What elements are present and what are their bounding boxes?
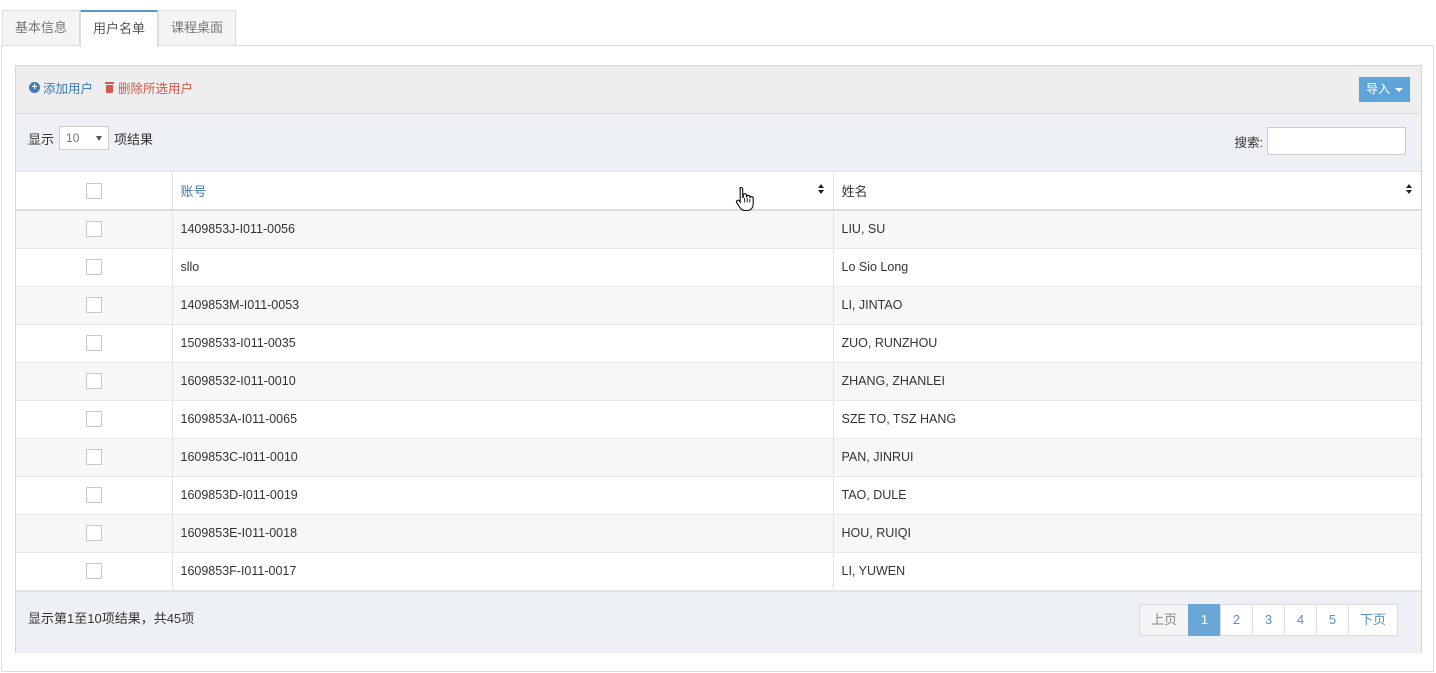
row-select-cell [16,324,173,363]
select-all-cell [16,172,173,211]
table-info: 显示第1至10项结果，共45项 [28,610,195,626]
sort-icon [1406,184,1413,196]
page-button-4[interactable]: 4 [1283,603,1317,636]
row-select-cell [16,248,173,287]
page-button-2[interactable]: 2 [1219,603,1253,636]
tab-basic-info[interactable]: 基本信息 [2,10,81,46]
import-dropdown-button[interactable]: 导入 [1358,77,1410,102]
account-cell: 1609853D-I011-0019 [172,476,834,515]
table-row[interactable]: 1609853D-I011-0019 TAO, DULE [16,476,1421,515]
sort-icon [817,184,825,196]
row-select-cell [16,362,173,401]
caret-down-icon [1395,87,1403,92]
row-select-cell [16,286,173,325]
name-cell: LI, JINTAO [833,286,1421,325]
table-controls: 显示 10 项结果 搜索: [16,114,1421,172]
column-header-name-label: 姓名 [841,184,868,199]
tab-content: + 添加用户 删除所选用户 导入 显示 10 项结果 搜索: 账号 姓名 140… [1,45,1434,672]
user-list-panel: + 添加用户 删除所选用户 导入 显示 10 项结果 搜索: 账号 姓名 140… [15,65,1422,653]
account-cell: 15098533-I011-0035 [172,324,834,363]
show-prefix: 显示 [28,131,55,147]
row-checkbox[interactable] [85,449,102,465]
search-input[interactable] [1267,127,1406,155]
account-cell: 1609853E-I011-0018 [172,514,834,553]
delete-selected-button[interactable]: 删除所选用户 [105,78,193,97]
trash-icon [105,82,114,93]
column-header-account-label: 账号 [180,184,207,199]
tab-user-list[interactable]: 用户名单 [80,10,159,47]
page-length-select[interactable]: 10 [59,126,110,150]
page-button-5[interactable]: 5 [1315,603,1349,636]
table-row[interactable]: 1609853F-I011-0017 LI, YUWEN [16,552,1421,591]
account-cell: 1609853F-I011-0017 [172,552,834,591]
name-cell: ZUO, RUNZHOU [833,324,1421,363]
account-cell: 1409853J-I011-0056 [172,210,834,249]
tab-course-desktop[interactable]: 课程桌面 [158,10,237,46]
add-user-button[interactable]: + 添加用户 [29,78,93,97]
select-all-checkbox[interactable] [85,182,102,199]
delete-selected-label: 删除所选用户 [118,82,194,96]
table-footer: 显示第1至10项结果，共45项 上页 1 2 3 4 5 下页 [16,590,1421,653]
row-select-cell [16,210,173,249]
name-cell: LIU, SU [833,210,1421,249]
table-row[interactable]: 1409853J-I011-0056 LIU, SU [16,210,1421,249]
name-cell: Lo Sio Long [833,248,1421,287]
user-table: 账号 姓名 1409853J-I011-0056 LIU, SU sllo Lo Si… [16,172,1421,591]
prev-page-button[interactable]: 上页 [1138,603,1189,636]
table-row[interactable]: 1409853M-I011-0053 LI, JINTAO [16,286,1421,325]
name-cell: LI, YUWEN [833,552,1421,591]
add-user-label: 添加用户 [43,82,94,96]
hand-pointer-cursor-icon [735,186,754,212]
table-row[interactable]: 1609853E-I011-0018 HOU, RUIQI [16,514,1421,553]
name-cell: ZHANG, ZHANLEI [833,362,1421,401]
plus-circle-icon: + [29,82,40,93]
toolbar: + 添加用户 删除所选用户 导入 [16,66,1421,114]
search-label: 搜索: [1234,135,1263,150]
row-select-cell [16,514,173,553]
table-header-row: 账号 姓名 [16,172,1421,211]
row-select-cell [16,552,173,591]
column-header-name[interactable]: 姓名 [833,172,1421,211]
row-checkbox[interactable] [85,487,102,503]
row-checkbox[interactable] [85,335,102,351]
name-cell: PAN, JINRUI [833,438,1421,477]
page-length-control: 显示 10 项结果 [28,126,153,150]
row-checkbox[interactable] [85,411,102,427]
row-checkbox[interactable] [85,563,102,579]
row-select-cell [16,476,173,515]
row-checkbox[interactable] [85,297,102,313]
account-cell: 16098532-I011-0010 [172,362,834,401]
column-header-account[interactable]: 账号 [172,172,834,211]
table-row[interactable]: sllo Lo Sio Long [16,248,1421,287]
tab-bar: 基本信息 用户名单 课程桌面 [2,10,237,47]
account-cell: 1609853C-I011-0010 [172,438,834,477]
pagination: 上页 1 2 3 4 5 下页 [1138,603,1398,636]
account-cell: 1609853A-I011-0065 [172,400,834,439]
table-row[interactable]: 15098533-I011-0035 ZUO, RUNZHOU [16,324,1421,363]
name-cell: SZE TO, TSZ HANG [833,400,1421,439]
account-cell: 1409853M-I011-0053 [172,286,834,325]
table-row[interactable]: 1609853A-I011-0065 SZE TO, TSZ HANG [16,400,1421,439]
search-control: 搜索: [1235,127,1406,155]
row-select-cell [16,400,173,439]
next-page-button[interactable]: 下页 [1347,603,1398,636]
page-button-3[interactable]: 3 [1251,603,1285,636]
show-suffix: 项结果 [114,131,154,147]
table-row[interactable]: 1609853C-I011-0010 PAN, JINRUI [16,438,1421,477]
name-cell: HOU, RUIQI [833,514,1421,553]
row-checkbox[interactable] [85,525,102,541]
name-cell: TAO, DULE [833,476,1421,515]
row-checkbox[interactable] [85,373,102,389]
table-row[interactable]: 16098532-I011-0010 ZHANG, ZHANLEI [16,362,1421,401]
row-checkbox[interactable] [85,259,102,275]
row-select-cell [16,438,173,477]
account-cell: sllo [172,248,834,287]
import-label: 导入 [1365,82,1390,96]
row-checkbox[interactable] [85,221,102,238]
page-button-1[interactable]: 1 [1187,603,1221,636]
